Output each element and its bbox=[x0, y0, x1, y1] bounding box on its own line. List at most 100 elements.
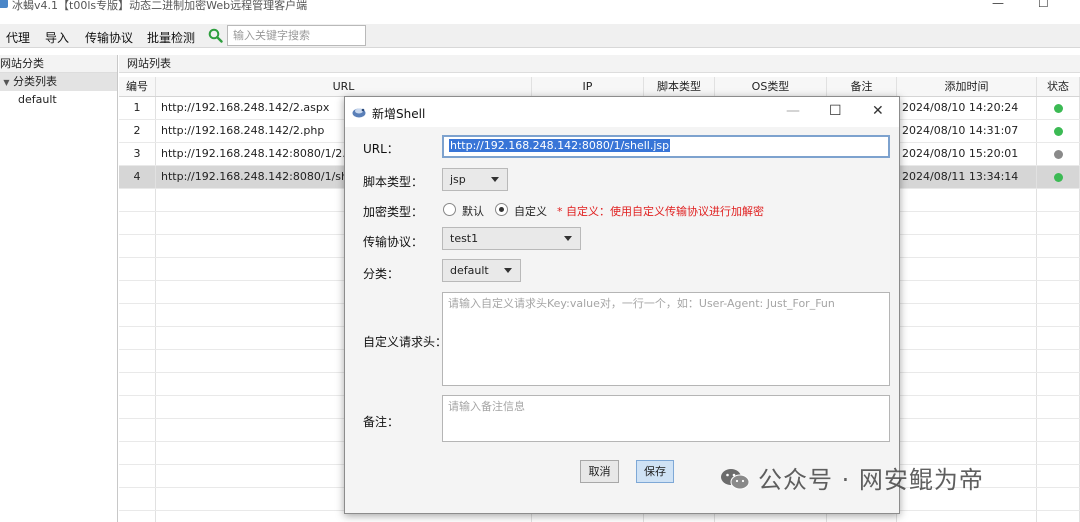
col-header-status[interactable]: 状态 bbox=[1037, 77, 1080, 96]
remark-textarea[interactable] bbox=[442, 395, 890, 442]
minimize-button[interactable]: — bbox=[992, 0, 1004, 10]
chevron-down-icon bbox=[491, 177, 499, 182]
cell-num bbox=[119, 235, 156, 257]
cell-num: 4 bbox=[119, 166, 156, 188]
dialog-title: 新增Shell bbox=[372, 107, 426, 121]
cell-add-time: 2024/08/10 15:20:01 bbox=[897, 143, 1037, 165]
category-tree-root[interactable]: ▼ 分类列表 bbox=[0, 73, 117, 91]
encrypt-custom-radio[interactable] bbox=[495, 203, 508, 216]
save-button[interactable]: 保存 bbox=[636, 460, 674, 483]
status-dot-icon bbox=[1053, 127, 1063, 136]
encrypt-hint: * 自定义：使用自定义传输协议进行加解密 bbox=[557, 205, 764, 218]
col-header-num[interactable]: 编号 bbox=[119, 77, 156, 96]
cell-status bbox=[1037, 281, 1080, 303]
protocol-value: test1 bbox=[450, 232, 479, 245]
cell-status bbox=[1037, 419, 1080, 441]
app-window: { "app": {"title": "冰蝎v4.1【t00ls专版】动态二进制… bbox=[0, 0, 1080, 522]
shell-icon bbox=[352, 108, 366, 118]
col-header-script-type[interactable]: 脚本类型 bbox=[644, 77, 715, 96]
script-type-select[interactable]: jsp bbox=[442, 168, 508, 191]
cell-add-time bbox=[897, 258, 1037, 280]
site-list-header: 网站列表 bbox=[119, 55, 1080, 73]
custom-headers-label: 自定义请求头： bbox=[363, 335, 448, 349]
cell-num bbox=[119, 442, 156, 464]
encrypt-type-label: 加密类型： bbox=[363, 205, 424, 219]
cell-status bbox=[1037, 212, 1080, 234]
cell-num bbox=[119, 488, 156, 510]
cell-status bbox=[1037, 235, 1080, 257]
category-panel-header: 网站分类 bbox=[0, 55, 117, 73]
dialog-minimize-button[interactable]: — bbox=[786, 103, 800, 119]
col-header-ip[interactable]: IP bbox=[532, 77, 644, 96]
category-select[interactable]: default bbox=[442, 259, 521, 282]
col-header-add-time[interactable]: 添加时间 bbox=[897, 77, 1037, 96]
chevron-down-icon bbox=[504, 268, 512, 273]
cell-status bbox=[1037, 304, 1080, 326]
cell-num: 1 bbox=[119, 97, 156, 119]
dialog-maximize-button[interactable]: ☐ bbox=[829, 103, 842, 119]
add-shell-dialog: 新增Shell — ☐ ✕ URL： http://192.168.248.14… bbox=[344, 96, 900, 514]
cell-add-time: 2024/08/10 14:31:07 bbox=[897, 120, 1037, 142]
cell-status bbox=[1037, 442, 1080, 464]
wechat-icon bbox=[721, 469, 750, 490]
cell-num bbox=[119, 373, 156, 395]
menu-proxy[interactable]: 代理 bbox=[6, 29, 30, 46]
menu-protocol[interactable]: 传输协议 bbox=[85, 29, 133, 46]
cell-status bbox=[1037, 143, 1080, 165]
magnifier-icon[interactable] bbox=[208, 28, 223, 43]
cell-num bbox=[119, 419, 156, 441]
menu-batch-check[interactable]: 批量检测 bbox=[147, 29, 195, 46]
category-panel: 网站分类 ▼ 分类列表 default bbox=[0, 55, 118, 522]
expand-arrow-icon[interactable]: ▼ bbox=[0, 74, 13, 92]
window-title: 冰蝎v4.1【t00ls专版】动态二进制加密Web远程管理客户端 bbox=[12, 0, 308, 12]
cell-add-time bbox=[897, 396, 1037, 418]
table-header-row: 编号 URL IP 脚本类型 OS类型 备注 添加时间 状态 bbox=[119, 77, 1080, 97]
cell-status bbox=[1037, 97, 1080, 119]
cell-status bbox=[1037, 396, 1080, 418]
cell-add-time bbox=[897, 281, 1037, 303]
encrypt-default-label[interactable]: 默认 bbox=[462, 203, 484, 219]
col-header-url[interactable]: URL bbox=[156, 77, 532, 96]
cell-add-time bbox=[897, 304, 1037, 326]
col-header-remark[interactable]: 备注 bbox=[827, 77, 897, 96]
maximize-button[interactable]: ☐ bbox=[1038, 0, 1049, 10]
search-input[interactable] bbox=[227, 25, 366, 46]
cell-num bbox=[119, 350, 156, 372]
cell-num: 2 bbox=[119, 120, 156, 142]
cell-num bbox=[119, 396, 156, 418]
cell-add-time bbox=[897, 419, 1037, 441]
cell-status bbox=[1037, 488, 1080, 510]
dialog-close-button[interactable]: ✕ bbox=[872, 103, 884, 119]
status-dot-icon bbox=[1053, 173, 1063, 182]
cell-add-time: 2024/08/11 13:34:14 bbox=[897, 166, 1037, 188]
app-icon bbox=[0, 0, 8, 8]
category-item-default[interactable]: default bbox=[0, 91, 117, 109]
encrypt-default-radio[interactable] bbox=[443, 203, 456, 216]
col-header-os-type[interactable]: OS类型 bbox=[715, 77, 827, 96]
cell-num bbox=[119, 327, 156, 349]
status-dot-icon bbox=[1053, 104, 1063, 113]
url-input-value: http://192.168.248.142:8080/1/shell.jsp bbox=[449, 139, 671, 152]
cell-add-time bbox=[897, 511, 1037, 522]
category-value: default bbox=[450, 264, 489, 277]
cell-status bbox=[1037, 166, 1080, 188]
cell-status bbox=[1037, 258, 1080, 280]
cell-num bbox=[119, 189, 156, 211]
category-label: 分类： bbox=[363, 267, 400, 281]
cell-add-time bbox=[897, 212, 1037, 234]
menu-import[interactable]: 导入 bbox=[45, 29, 69, 46]
protocol-label: 传输协议： bbox=[363, 235, 424, 249]
protocol-select[interactable]: test1 bbox=[442, 227, 581, 250]
cell-add-time bbox=[897, 189, 1037, 211]
cell-num bbox=[119, 212, 156, 234]
cancel-button[interactable]: 取消 bbox=[580, 460, 619, 483]
url-input[interactable]: http://192.168.248.142:8080/1/shell.jsp bbox=[442, 135, 890, 158]
cell-num: 3 bbox=[119, 143, 156, 165]
cell-num bbox=[119, 281, 156, 303]
script-type-value: jsp bbox=[450, 173, 466, 186]
encrypt-custom-label[interactable]: 自定义 bbox=[514, 203, 547, 219]
cell-add-time bbox=[897, 327, 1037, 349]
watermark: 公众号 · 网安鲲为帝 bbox=[720, 460, 984, 495]
title-bar: 冰蝎v4.1【t00ls专版】动态二进制加密Web远程管理客户端 — ☐ bbox=[0, 0, 1080, 14]
custom-headers-textarea[interactable] bbox=[442, 292, 890, 386]
